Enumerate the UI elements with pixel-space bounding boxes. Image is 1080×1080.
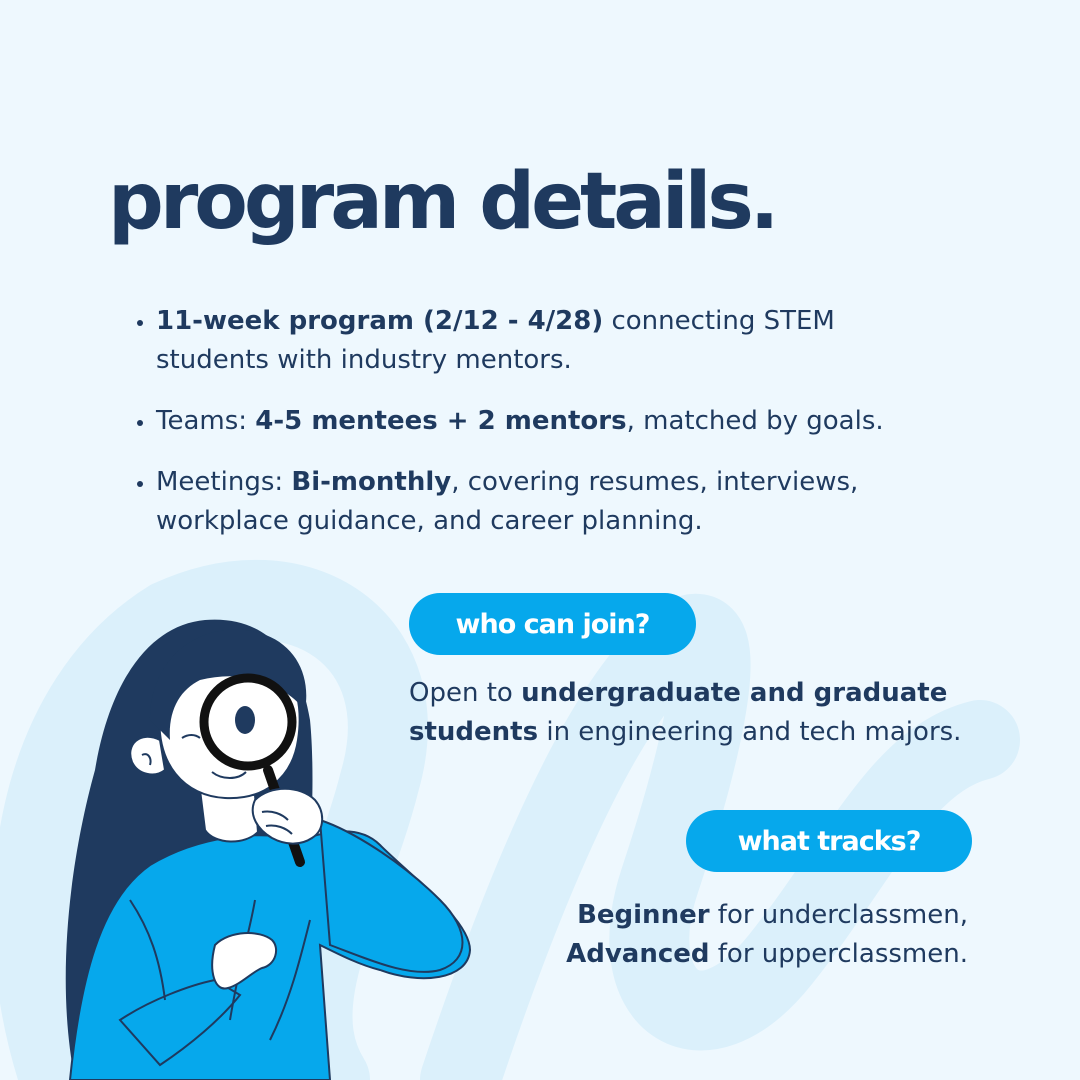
meetings-highlight: Bi-monthly: [291, 467, 452, 497]
list-item-teams: Teams: 4-5 mentees + 2 mentors, matched …: [156, 402, 956, 441]
list-item-duration: 11-week program (2/12 - 4/28) connecting…: [156, 302, 956, 380]
duration-highlight: 11-week program (2/12 - 4/28): [156, 306, 604, 336]
program-details-graphic: program details. 11-week program (2/12 -…: [0, 0, 1080, 1080]
beginner-text: for underclassmen,: [709, 900, 968, 930]
advanced-label: Advanced: [566, 939, 710, 969]
list-item-meetings: Meetings: Bi-monthly, covering resumes, …: [156, 463, 956, 541]
program-details-list: 11-week program (2/12 - 4/28) connecting…: [130, 302, 956, 563]
person-with-magnifying-glass-icon: [65, 619, 472, 1080]
advanced-text: for upperclassmen.: [709, 939, 968, 969]
meetings-lead: Meetings:: [156, 467, 292, 497]
what-tracks-pill: what tracks?: [686, 810, 972, 872]
what-tracks-text: Beginner for underclassmen, Advanced for …: [448, 896, 968, 974]
teams-text: , matched by goals.: [626, 406, 884, 436]
who-can-join-text: Open to undergraduate and graduate stude…: [409, 674, 1009, 752]
teams-highlight: 4-5 mentees + 2 mentors: [255, 406, 627, 436]
join-tail: in engineering and tech majors.: [538, 717, 962, 747]
teams-lead: Teams:: [156, 406, 256, 436]
page-title: program details.: [108, 157, 779, 247]
beginner-label: Beginner: [577, 900, 710, 930]
